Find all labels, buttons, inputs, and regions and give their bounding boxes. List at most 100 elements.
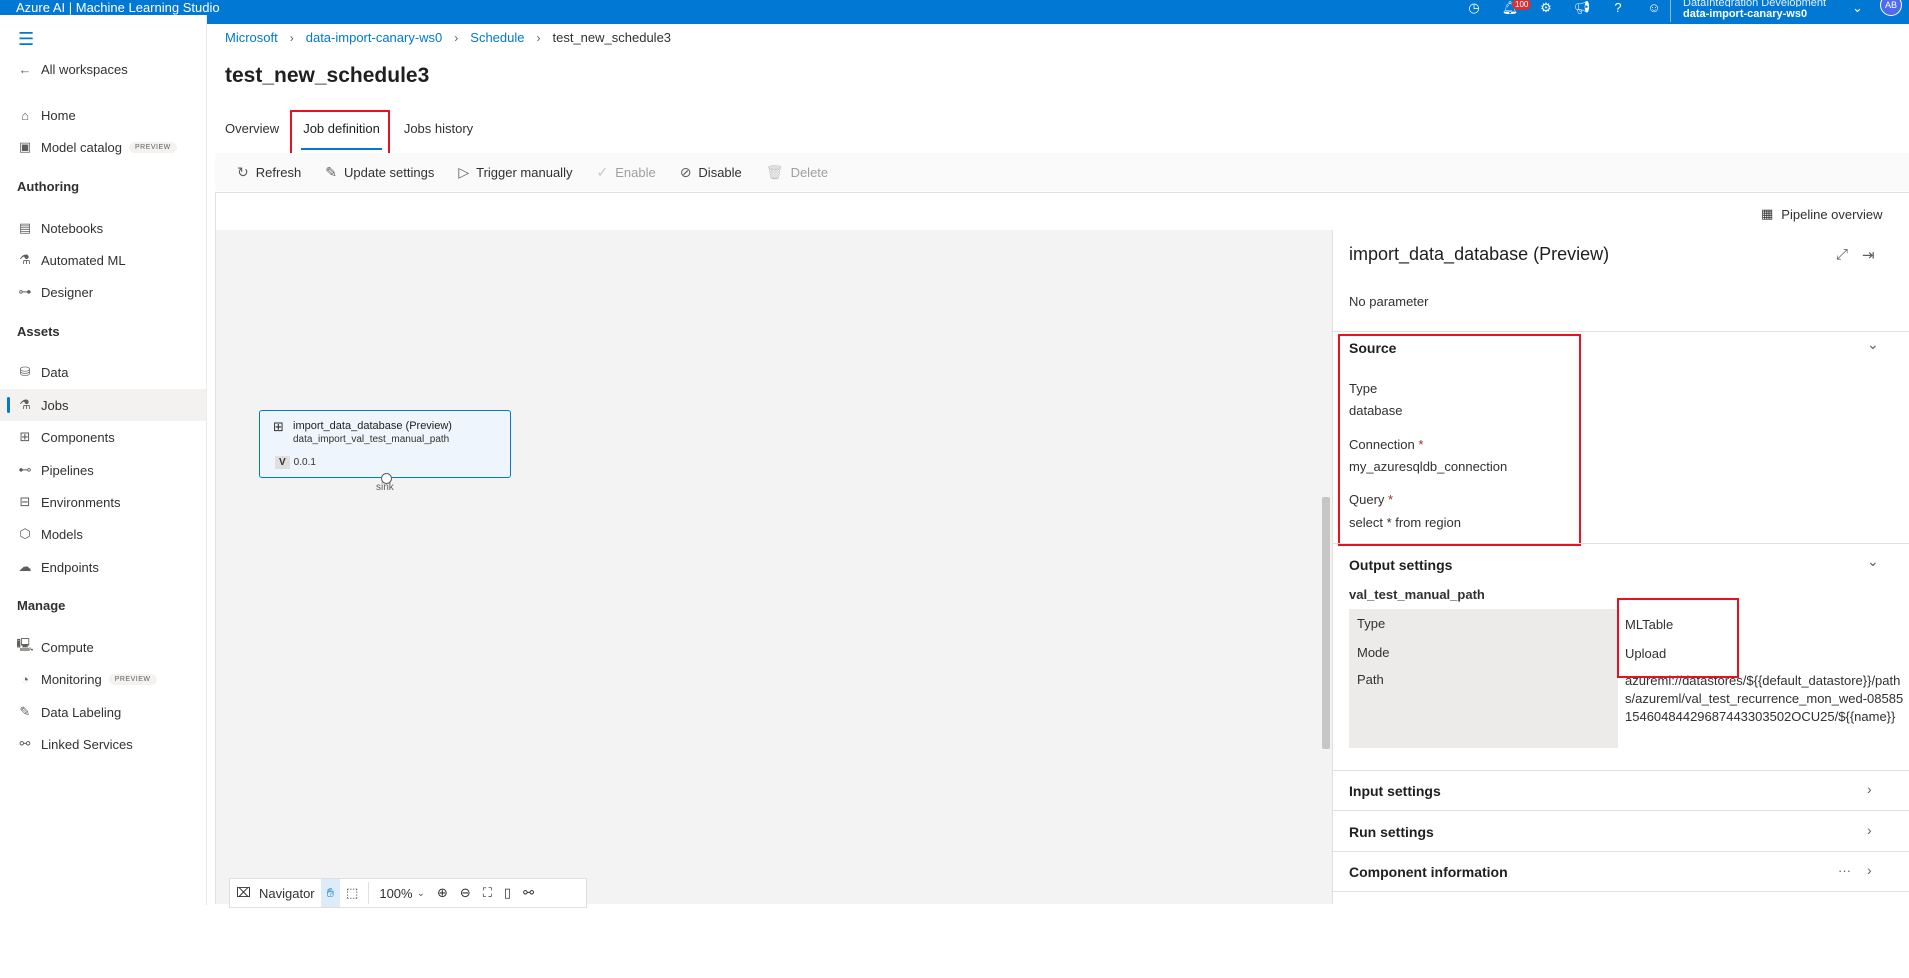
delete-button[interactable]: 🗑︎ Delete [766, 164, 828, 181]
page-title: test_new_schedule3 [225, 64, 430, 87]
sidebar-item-data[interactable]: ⛁ Data [0, 356, 206, 388]
actual-size-button[interactable]: ▯ [498, 879, 517, 907]
sidebar-item-label: Notebooks [41, 220, 104, 236]
output-mode-label: Mode [1357, 645, 1390, 660]
chevron-right-icon[interactable]: › [1867, 781, 1872, 797]
auto-layout-button[interactable]: ⚯ [517, 879, 540, 907]
data-labeling-icon: ✎ [19, 704, 31, 719]
chevron-right-icon: › [454, 30, 459, 45]
sidebar-item-designer[interactable]: ⊶ Designer [0, 276, 206, 308]
collapse-panel-icon[interactable]: ⇥ [1862, 246, 1875, 264]
sidebar-item-home[interactable]: ⌂ Home [0, 99, 206, 131]
sidebar-item-compute[interactable]: 🖳︎ Compute [0, 631, 206, 663]
navigator-button[interactable]: ⌧ Navigator [230, 879, 321, 907]
chevron-right-icon: › [289, 30, 294, 45]
trigger-manually-button[interactable]: ▷ Trigger manually [458, 164, 572, 181]
zoom-in-icon: ⊕ [436, 885, 448, 900]
zoom-out-button[interactable]: ⊖ [454, 879, 477, 907]
output-name: val_test_manual_path [1349, 587, 1485, 602]
sidebar-item-jobs[interactable]: ⚗ Jobs [0, 389, 206, 421]
account-switcher[interactable]: DataIntegration Development data-import-… [1670, 0, 1826, 22]
back-arrow-icon: ← [18, 61, 32, 77]
breadcrumb-microsoft[interactable]: Microsoft [225, 30, 278, 45]
pipeline-overview-button[interactable]: ▦ Pipeline overview [1761, 206, 1882, 222]
check-circle-icon: ✓ [596, 163, 609, 180]
recent-icon[interactable]: ◷ [1456, 0, 1492, 15]
chevron-right-icon: › [536, 30, 541, 45]
sidebar-item-automated-ml[interactable]: ⚗ Automated ML [0, 244, 206, 276]
divider [368, 882, 370, 904]
help-icon[interactable]: ? [1600, 0, 1636, 15]
tab-jobs-history[interactable]: Jobs history [392, 118, 485, 140]
output-path-label: Path [1357, 672, 1384, 687]
enable-button[interactable]: ✓ Enable [596, 164, 655, 181]
feedback-smiley-icon[interactable]: ☺ [1636, 0, 1672, 15]
settings-gear-icon[interactable]: ⚙ [1528, 0, 1564, 15]
notifications-icon[interactable]: 🔔︎ 100 [1492, 0, 1532, 15]
preview-badge: PREVIEW [108, 673, 157, 685]
output-path-value: azureml://datastores/${{default_datastor… [1625, 673, 1904, 724]
command-toolbar: ↻ Refresh ✎ Update settings ▷ Trigger manua… [215, 153, 1909, 191]
panel-actions: ⤢ ⇥ [1836, 246, 1875, 264]
breadcrumb-workspace[interactable]: data-import-canary-ws0 [306, 30, 443, 45]
zoom-value: 100% [379, 885, 413, 901]
sidebar-item-notebooks[interactable]: ▤ Notebooks [0, 212, 206, 244]
run-settings-header[interactable]: Run settings [1349, 824, 1434, 840]
zoom-select[interactable]: 100% ⌄ [373, 879, 431, 907]
expand-icon[interactable]: ⤢ [1836, 246, 1848, 264]
version-tag: V [275, 456, 290, 469]
sidebar-item-linked-services[interactable]: ⚯ Linked Services [0, 728, 206, 760]
sidebar-item-monitoring[interactable]: ◔ Monitoring PREVIEW [0, 663, 206, 695]
output-settings-header[interactable]: Output settings [1349, 557, 1452, 573]
chevron-right-icon[interactable]: › [1867, 862, 1872, 878]
sidebar-item-endpoints[interactable]: ☁ Endpoints [0, 551, 206, 583]
more-options-icon[interactable]: ··· [1838, 863, 1851, 878]
select-mode-button[interactable]: ⬚ [340, 879, 364, 907]
canvas-scrollbar[interactable] [1322, 497, 1330, 749]
pipeline-node[interactable]: ⊞ import_data_database (Preview) data_im… [259, 410, 511, 484]
node-title: import_data_database (Preview) [293, 420, 452, 432]
app-title[interactable]: Azure AI | Machine Learning Studio [16, 0, 220, 15]
label-column [1349, 609, 1618, 748]
sidebar-item-data-labeling[interactable]: ✎ Data Labeling [0, 696, 206, 728]
trigger-manually-label: Trigger manually [476, 164, 573, 180]
catalog-icon: ▣ [18, 139, 32, 154]
refresh-button[interactable]: ↻ Refresh [237, 164, 301, 181]
hamburger-menu-icon[interactable]: ☰ [18, 29, 34, 50]
sidebar-item-label: Components [41, 429, 115, 445]
sidebar-item-models[interactable]: ⬡ Models [0, 518, 206, 550]
monitoring-gauge-icon: ◔ [21, 671, 29, 687]
sidebar-item-components[interactable]: ⊞ Components [0, 421, 206, 453]
disable-button[interactable]: ⊘ Disable [680, 164, 742, 181]
chevron-down-icon[interactable]: ⌄ [1852, 0, 1863, 16]
no-parameter-text: No parameter [1349, 294, 1429, 309]
sidebar-item-all-workspaces[interactable]: ← All workspaces [0, 53, 206, 85]
update-settings-button[interactable]: ✎ Update settings [325, 164, 434, 181]
enable-label: Enable [615, 164, 656, 180]
fit-to-screen-button[interactable]: ⛶ [477, 879, 498, 907]
chevron-down-icon[interactable]: ⌄ [1867, 553, 1879, 570]
announcements-icon[interactable]: 📢︎ [1564, 0, 1600, 15]
breadcrumb-schedule[interactable]: Schedule [470, 30, 524, 45]
pipeline-canvas[interactable] [216, 230, 1332, 904]
models-cube-icon: ⬡ [19, 526, 31, 541]
zoom-out-icon: ⊖ [459, 885, 471, 900]
zoom-in-button[interactable]: ⊕ [431, 879, 454, 907]
block-circle-icon: ⊘ [679, 163, 692, 180]
highlight-box-tab [290, 110, 390, 157]
sidebar-item-label: Linked Services [41, 736, 133, 752]
input-settings-header[interactable]: Input settings [1349, 783, 1441, 799]
sidebar-item-environments[interactable]: ⊟ Environments [0, 486, 206, 518]
tab-overview[interactable]: Overview [225, 118, 291, 140]
pan-hand-button[interactable]: ✋︎ [320, 879, 341, 907]
chevron-right-icon[interactable]: › [1867, 822, 1872, 838]
sidebar-item-model-catalog[interactable]: ▣ Model catalog PREVIEW [0, 131, 206, 163]
pipeline-overview-label: Pipeline overview [1781, 206, 1883, 222]
sidebar-item-pipelines[interactable]: ⊷ Pipelines [0, 454, 206, 486]
chevron-down-icon[interactable]: ⌄ [1867, 336, 1879, 353]
avatar[interactable]: AB [1880, 0, 1902, 16]
highlight-box-output [1617, 598, 1739, 678]
fit-screen-icon: ⛶ [482, 885, 492, 900]
component-information-header[interactable]: Component information [1349, 864, 1508, 880]
data-icon: ⛁ [19, 364, 31, 379]
